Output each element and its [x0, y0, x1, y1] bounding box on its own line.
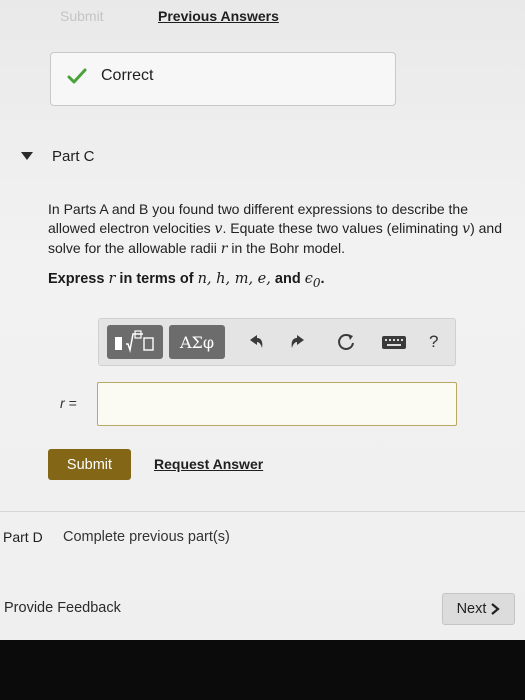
- greek-symbols-button[interactable]: ΑΣφ: [169, 325, 225, 359]
- next-button[interactable]: Next: [442, 593, 515, 625]
- express-end: .: [320, 271, 325, 287]
- templates-button[interactable]: [107, 325, 163, 359]
- keyboard-icon[interactable]: [381, 331, 407, 353]
- redo-icon[interactable]: [287, 331, 309, 353]
- check-icon: [67, 68, 87, 84]
- request-answer-link[interactable]: Request Answer: [154, 456, 263, 472]
- answer-label: r =: [60, 395, 77, 411]
- collapse-triangle-icon[interactable]: [20, 150, 34, 162]
- next-label: Next: [456, 601, 487, 617]
- answer-input[interactable]: [97, 382, 457, 426]
- reset-icon[interactable]: [335, 331, 357, 353]
- problem-text-2: . Equate these two values (eliminating: [222, 220, 463, 236]
- divider: [0, 511, 525, 512]
- express-lead: Express: [48, 271, 109, 287]
- screen-bezel: [0, 640, 525, 700]
- problem-text-4: in the Bohr model.: [227, 240, 345, 256]
- submit-link-faded: Submit: [60, 8, 104, 24]
- feedback-status: Correct: [101, 67, 154, 84]
- previous-answers-link[interactable]: Previous Answers: [158, 8, 279, 24]
- page: Submit Previous Answers Correct Part C I…: [0, 0, 525, 640]
- undo-icon[interactable]: [245, 331, 267, 353]
- help-button[interactable]: ?: [429, 332, 451, 354]
- submit-button[interactable]: Submit: [48, 449, 131, 480]
- var-epsilon: ϵ: [304, 271, 313, 287]
- var-list: n, h, m, e,: [197, 271, 271, 287]
- part-d-status: Complete previous part(s): [63, 529, 230, 545]
- express-instruction: Express r in terms of n, h, m, e, and ϵ0…: [48, 271, 325, 290]
- provide-feedback-link[interactable]: Provide Feedback: [4, 600, 121, 616]
- problem-statement: In Parts A and B you found two different…: [48, 200, 518, 259]
- math-toolbar: ΑΣφ ?: [98, 318, 456, 366]
- var-v: v: [462, 221, 471, 237]
- var-epsilon-sub: 0: [312, 275, 321, 290]
- templates-icon: [115, 330, 154, 353]
- part-c-title[interactable]: Part C: [52, 148, 95, 165]
- express-and: and: [270, 271, 305, 287]
- feedback-correct-box: Correct: [50, 52, 396, 106]
- chevron-right-icon: [491, 603, 501, 615]
- part-d-title: Part D: [3, 529, 43, 545]
- express-mid: in terms of: [115, 271, 198, 287]
